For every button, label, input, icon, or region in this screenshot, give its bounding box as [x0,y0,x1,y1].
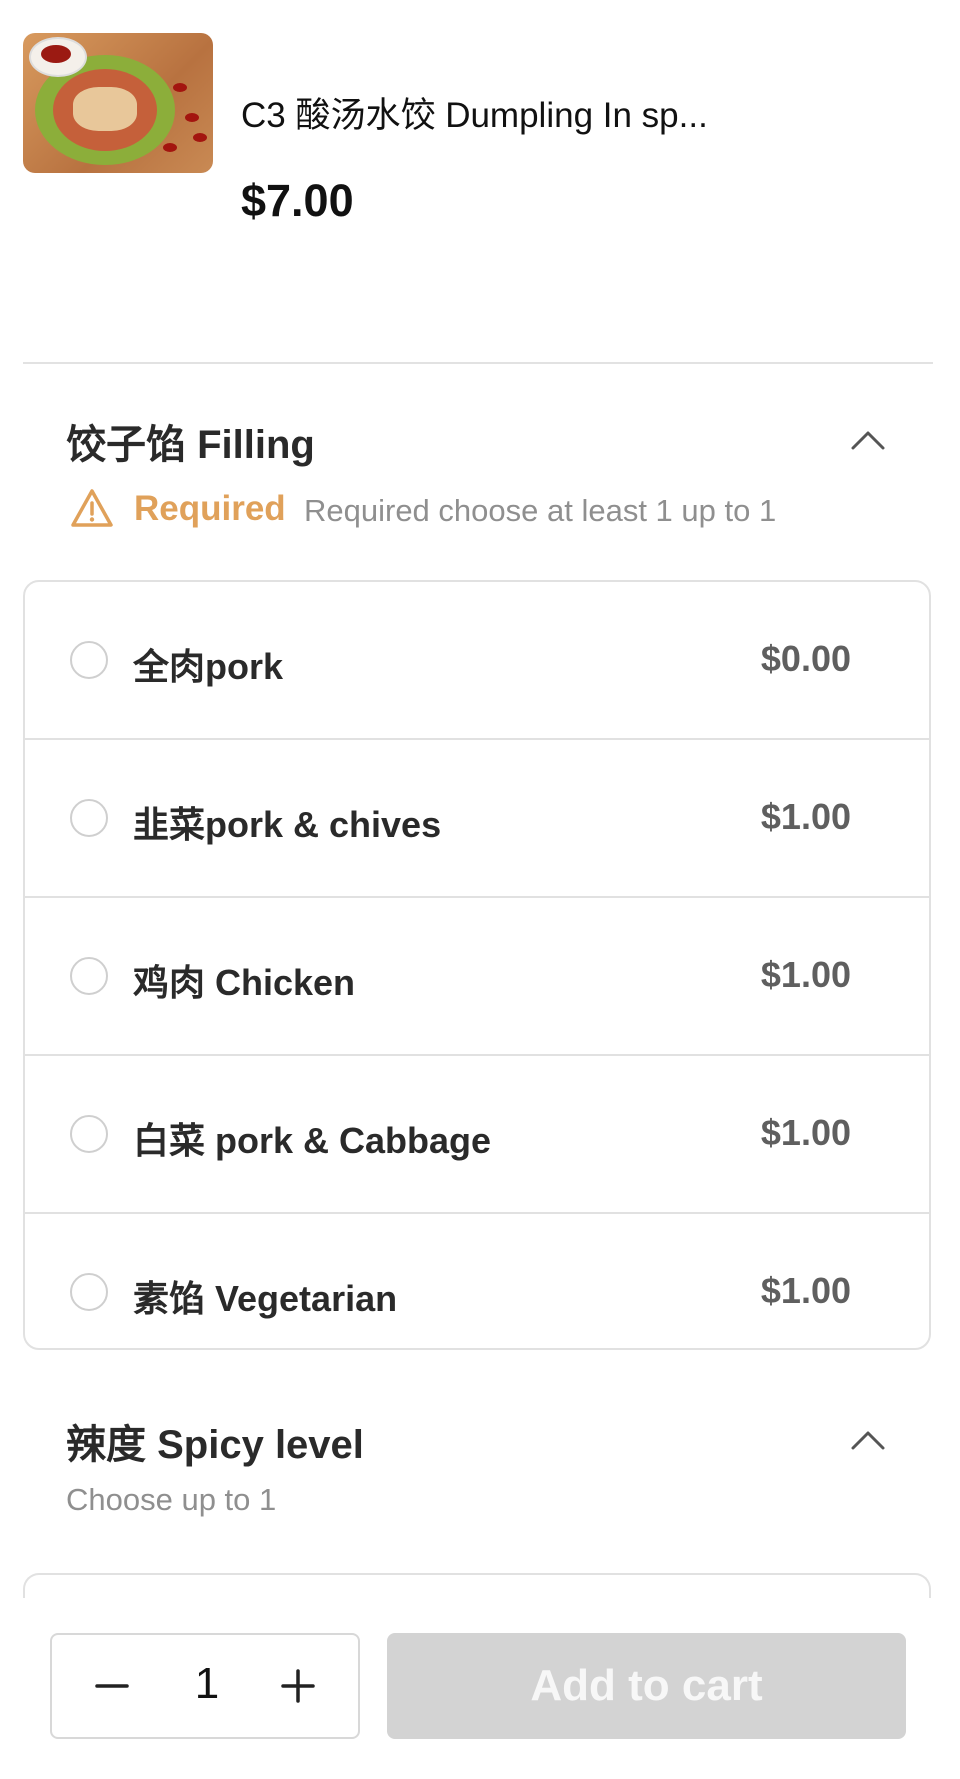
item-title: C3 酸汤水饺 Dumpling In sp... [241,96,708,135]
quantity-stepper: 1 [50,1633,360,1739]
divider [23,362,933,364]
requirement-text: Required choose at least 1 up to 1 [304,493,777,528]
minus-icon [95,1684,129,1688]
option-row[interactable]: 全肉pork $0.00 [25,582,929,740]
option-price: $1.00 [760,1270,851,1311]
decrease-button[interactable] [72,1635,152,1737]
warning-triangle-icon [71,489,113,527]
filling-options: 全肉pork $0.00 韭菜pork & chives $1.00 鸡肉 Ch… [23,580,931,1350]
radio-button[interactable] [70,957,108,995]
option-row[interactable]: 鸡肉 Chicken $1.00 [25,898,929,1056]
chevron-up-icon[interactable] [848,1424,888,1454]
quantity-value: 1 [194,1659,220,1708]
option-label: 素馅 Vegetarian [133,1278,398,1319]
item-photo [23,33,213,173]
option-label: 全肉pork [133,646,284,687]
spicy-group-title: 辣度 Spicy level [66,1423,364,1467]
item-header: C3 酸汤水饺 Dumpling In sp... $7.00 [23,33,923,226]
option-label: 鸡肉 Chicken [133,962,356,1003]
increase-button[interactable] [258,1635,338,1737]
option-row[interactable]: 韭菜pork & chives $1.00 [25,740,929,898]
option-label: 韭菜pork & chives [133,804,442,845]
option-price: $1.00 [760,954,851,995]
radio-button[interactable] [70,799,108,837]
option-row[interactable]: 白菜 pork & Cabbage $1.00 [25,1056,929,1214]
option-price: $0.00 [760,638,851,679]
radio-button[interactable] [70,1115,108,1153]
add-to-cart-button[interactable]: Add to cart [387,1633,906,1739]
filling-group-title: 饺子馅 Filling [66,423,315,467]
radio-button[interactable] [70,1273,108,1311]
option-row[interactable]: 素馅 Vegetarian $1.00 [25,1214,929,1348]
option-price: $1.00 [760,796,851,837]
radio-button[interactable] [70,641,108,679]
item-price: $7.00 [241,175,354,226]
option-price: $1.00 [760,1112,851,1153]
chevron-up-icon[interactable] [848,424,888,454]
bottom-bar: 1 Add to cart [0,1598,960,1779]
required-badge: Required [134,489,286,528]
plus-icon [281,1669,315,1703]
option-label: 白菜 pork & Cabbage [133,1120,492,1161]
spicy-requirement-text: Choose up to 1 [66,1482,277,1517]
